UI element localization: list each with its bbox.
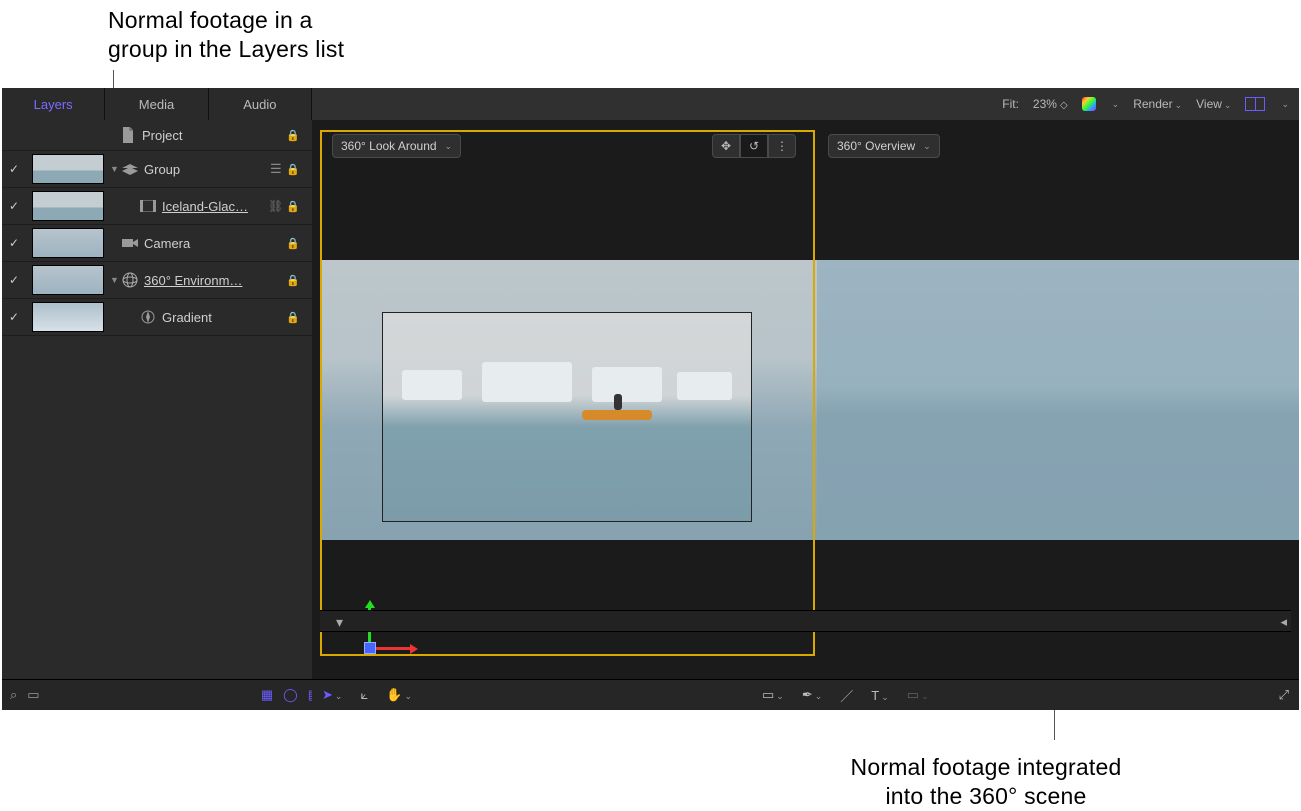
- chevron-down-icon: ⌄: [445, 141, 453, 152]
- layer-name: Project: [142, 128, 286, 143]
- visibility-checkbox[interactable]: ✓: [2, 273, 26, 287]
- viewer-left[interactable]: [320, 130, 815, 656]
- visibility-checkbox[interactable]: ✓: [2, 310, 26, 324]
- layer-row-project[interactable]: Project 🔒: [2, 120, 312, 151]
- blend-icon[interactable]: ☰: [270, 161, 286, 177]
- layer-thumbnail: [32, 154, 104, 184]
- checker-icon[interactable]: ▦: [261, 687, 273, 703]
- layer-row-gradient[interactable]: ✓ Gradient 🔒: [2, 299, 312, 336]
- fullscreen-icon[interactable]: ⤢: [1279, 687, 1289, 703]
- layer-thumbnail: [32, 302, 104, 332]
- camera-icon: [122, 235, 138, 251]
- layer-thumbnail: [32, 265, 104, 295]
- layer-row-camera[interactable]: ✓ Camera 🔒: [2, 225, 312, 262]
- camera-menu-right[interactable]: 360° Overview ⌄: [828, 134, 940, 158]
- visibility-checkbox[interactable]: ✓: [2, 162, 26, 176]
- lock-icon[interactable]: 🔒: [286, 129, 306, 142]
- tab-audio[interactable]: Audio: [209, 88, 312, 120]
- fit-label: Fit:: [1002, 97, 1019, 111]
- camera-menu-label: 360° Look Around: [341, 139, 437, 153]
- layer-name: Camera: [144, 236, 286, 251]
- sidebar-footer: ⌕ ▭ ▦ ◯ ▤: [2, 679, 328, 710]
- callout-layers-list: Normal footage in a group in the Layers …: [108, 6, 468, 64]
- pan-tool-icon[interactable]: ✋⌄: [386, 687, 412, 703]
- project-icon: [120, 127, 136, 143]
- lock-icon[interactable]: 🔒: [286, 163, 306, 176]
- pan-tool-icon[interactable]: ✥: [712, 134, 740, 158]
- link-icon[interactable]: ⛓: [268, 199, 286, 213]
- chevron-down-icon: ⌄: [1112, 99, 1120, 110]
- mini-timeline[interactable]: [320, 610, 1291, 632]
- orbit-tool-icon[interactable]: ↺: [740, 134, 768, 158]
- layer-name: Gradient: [162, 310, 286, 325]
- canvas-top-bar: Fit: 23%◇ ⌄ Render⌄ View⌄ ⌄: [312, 88, 1299, 121]
- layer-name[interactable]: 360° Environm…: [144, 273, 286, 288]
- mask-tool-icon[interactable]: ▭⌄: [907, 687, 929, 703]
- viewer-right-scene: [817, 260, 1299, 540]
- visibility-checkbox[interactable]: ✓: [2, 199, 26, 213]
- callout-360-scene: Normal footage integrated into the 360° …: [676, 753, 1296, 811]
- tab-media[interactable]: Media: [105, 88, 208, 120]
- paint-tool-icon[interactable]: ／: [840, 686, 853, 705]
- disclosure-triangle-icon[interactable]: ▼: [110, 164, 118, 174]
- camera-menu-left[interactable]: 360° Look Around ⌄: [332, 134, 461, 158]
- end-marker[interactable]: ◂: [1280, 614, 1287, 630]
- video-clip-icon: [140, 198, 156, 214]
- layer-name: Group: [144, 162, 270, 177]
- layer-name[interactable]: Iceland-Glac…: [162, 199, 268, 214]
- generator-icon: [140, 309, 156, 325]
- pen-tool-icon[interactable]: ✒⌄: [802, 687, 822, 703]
- rectangle-tool-icon[interactable]: ▭⌄: [762, 687, 784, 703]
- group-icon: [122, 161, 138, 177]
- playhead-marker[interactable]: ▾: [336, 614, 348, 632]
- chevron-down-icon: ⌄: [1281, 99, 1289, 110]
- viewer-control-segments: ✥ ↺ ⋮: [712, 134, 796, 156]
- lock-icon[interactable]: 🔒: [286, 311, 306, 324]
- 3d-transform-tool-icon[interactable]: ⟀: [360, 687, 368, 703]
- layer-row-360-environment[interactable]: ✓ ▼ 360° Environm… 🔒: [2, 262, 312, 299]
- render-menu[interactable]: Render⌄: [1133, 97, 1182, 111]
- viewer-layout-icon[interactable]: [1245, 97, 1265, 111]
- layers-sidebar: Project 🔒 ✓ ▼ Group ☰ 🔒 ✓ Iceland-Glac… …: [2, 120, 313, 680]
- frame-icon[interactable]: ▭: [27, 687, 39, 703]
- 360-environment-icon: [122, 272, 138, 288]
- layer-row-clip[interactable]: ✓ Iceland-Glac… ⛓ 🔒: [2, 188, 312, 225]
- camera-menu-label: 360° Overview: [837, 139, 915, 153]
- fit-value[interactable]: 23%◇: [1033, 97, 1068, 111]
- select-tool-icon[interactable]: ➤⌄: [322, 687, 342, 703]
- lock-icon[interactable]: 🔒: [286, 237, 306, 250]
- gear-icon[interactable]: ◯: [283, 687, 298, 703]
- layer-thumbnail: [32, 228, 104, 258]
- canvas-toolbar: ➤⌄ ⟀ ✋⌄ ▭⌄ ✒⌄ ／ T⌄ ▭⌄ ⤢: [312, 679, 1299, 710]
- tab-layers[interactable]: Layers: [2, 88, 105, 120]
- chevron-down-icon: ⌄: [923, 141, 931, 152]
- search-icon[interactable]: ⌕: [10, 687, 17, 703]
- visibility-checkbox[interactable]: ✓: [2, 236, 26, 250]
- canvas-area: 360° Look Around ⌄ ✥ ↺ ⋮ 360° Overview ⌄…: [312, 120, 1299, 680]
- lock-icon[interactable]: 🔒: [286, 274, 306, 287]
- layer-row-group[interactable]: ✓ ▼ Group ☰ 🔒: [2, 151, 312, 188]
- more-icon[interactable]: ⋮: [768, 134, 796, 158]
- app-window: Layers Media Audio Fit: 23%◇ ⌄ Render⌄ V…: [2, 88, 1299, 710]
- layer-thumbnail: [32, 191, 104, 221]
- sidebar-tab-bar: Layers Media Audio: [2, 88, 312, 121]
- disclosure-triangle-icon[interactable]: ▼: [110, 275, 118, 285]
- text-tool-icon[interactable]: T⌄: [871, 688, 889, 703]
- lock-icon[interactable]: 🔒: [286, 200, 306, 213]
- color-channels-icon[interactable]: [1082, 97, 1096, 111]
- view-menu[interactable]: View⌄: [1196, 97, 1231, 111]
